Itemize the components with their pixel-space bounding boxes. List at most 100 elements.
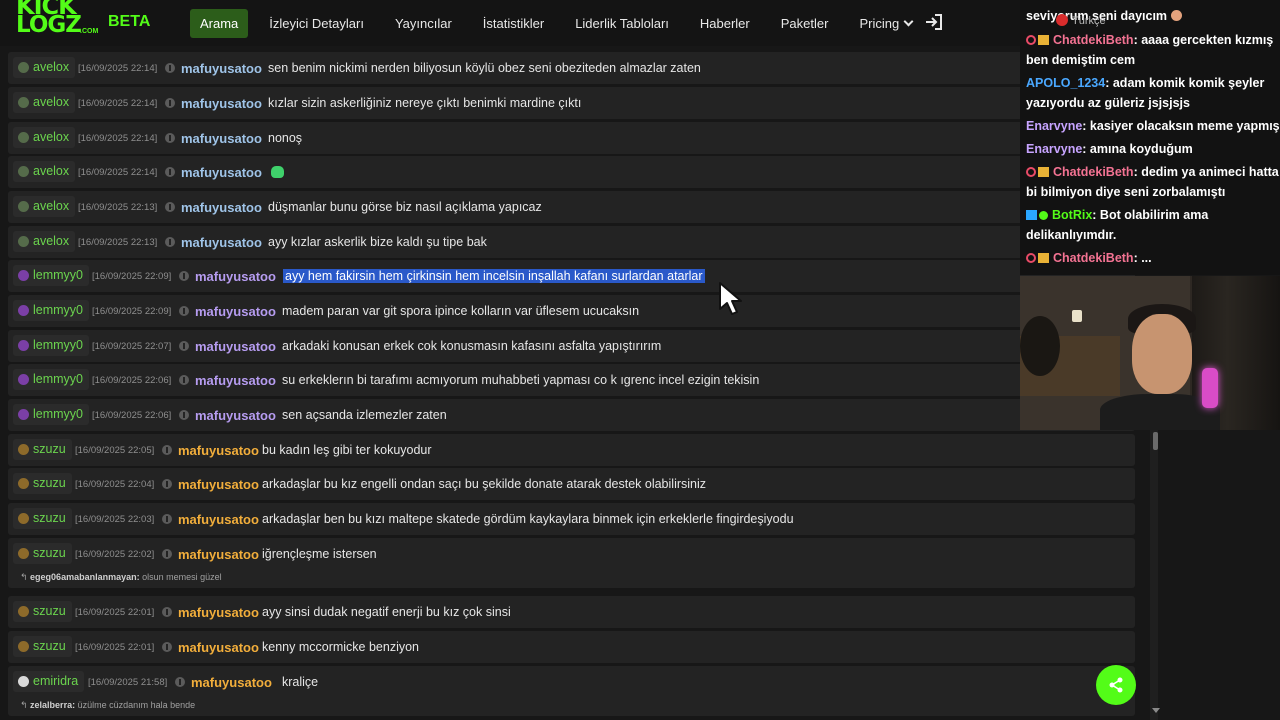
channel-badge[interactable]: szuzu	[13, 439, 72, 460]
reply-context: ↰ egeg06amabanlanmayan: olsun memesi güz…	[20, 572, 222, 582]
chat-username[interactable]: Enarvyne	[1026, 142, 1082, 156]
message-username[interactable]: mafuyusatoo	[191, 675, 272, 690]
turkey-flag-icon	[1056, 14, 1068, 26]
channel-badge[interactable]: lemmyy0	[13, 300, 90, 321]
message-username[interactable]: mafuyusatoo	[181, 61, 262, 76]
info-icon[interactable]	[162, 445, 172, 455]
channel-badge[interactable]: lemmyy0	[13, 335, 90, 356]
chat-username[interactable]: ChatdekiBeth	[1053, 33, 1134, 47]
info-icon[interactable]	[165, 167, 175, 177]
channel-badge[interactable]: avelox	[13, 231, 76, 252]
info-icon[interactable]	[162, 479, 172, 489]
channel-badge[interactable]: avelox	[13, 127, 76, 148]
info-icon[interactable]	[165, 202, 175, 212]
message-text: kraliçe	[282, 675, 319, 689]
message-list[interactable]: avelox [16/09/2025 22:14] mafuyusatoo sen b…	[8, 50, 1135, 720]
message-username[interactable]: mafuyusatoo	[181, 165, 262, 180]
message-row: szuzu [16/09/2025 22:03] mafuyusatoo arkada…	[8, 503, 1135, 535]
site-logo[interactable]: KICK LOGZ .COM	[14, 0, 98, 40]
channel-name: lemmyy0	[33, 268, 84, 282]
nav-pricing[interactable]: Pricing	[849, 9, 922, 38]
info-icon[interactable]	[162, 607, 172, 617]
nav-paketler[interactable]: Paketler	[771, 9, 839, 38]
message-username[interactable]: mafuyusatoo	[178, 640, 259, 655]
channel-badge[interactable]: szuzu	[13, 636, 72, 657]
channel-badge[interactable]: lemmyy0	[13, 265, 90, 286]
channel-badge[interactable]: szuzu	[13, 473, 72, 494]
channel-avatar	[18, 606, 29, 617]
info-icon[interactable]	[165, 133, 175, 143]
sign-in-icon[interactable]	[924, 13, 944, 31]
mouse-cursor-icon	[719, 282, 742, 315]
message-username[interactable]: mafuyusatoo	[181, 131, 262, 146]
main-nav: Arama İzleyici Detayları Yayıncılar İsta…	[190, 8, 933, 38]
channel-badge[interactable]: avelox	[13, 196, 76, 217]
message-username[interactable]: mafuyusatoo	[195, 304, 276, 319]
message-text: sen benim nickimi nerden biliyosun köylü…	[268, 61, 701, 75]
chat-username[interactable]: ChatdekiBeth	[1053, 251, 1134, 265]
chat-username[interactable]: APOLO_1234	[1026, 76, 1105, 90]
nav-liderlik-tablolari[interactable]: Liderlik Tabloları	[565, 9, 679, 38]
message-timestamp: [16/09/2025 22:04]	[75, 479, 155, 490]
chat-text: : kasiyer olacaksın meme yapmış	[1082, 119, 1280, 133]
message-username[interactable]: mafuyusatoo	[181, 96, 262, 111]
message-timestamp: [16/09/2025 22:14]	[78, 63, 158, 74]
message-row: szuzu [16/09/2025 22:04] mafuyusatoo arkada…	[8, 468, 1135, 500]
channel-badge[interactable]: lemmyy0	[13, 404, 90, 425]
message-username[interactable]: mafuyusatoo	[195, 373, 276, 388]
channel-badge[interactable]: szuzu	[13, 543, 72, 564]
message-username[interactable]: mafuyusatoo	[178, 477, 259, 492]
nav-istatistikler[interactable]: İstatistikler	[473, 9, 554, 38]
nav-haberler[interactable]: Haberler	[690, 9, 760, 38]
scroll-down-arrow-icon[interactable]	[1152, 708, 1160, 713]
channel-badge[interactable]: emiridra	[13, 671, 85, 692]
message-username[interactable]: mafuyusatoo	[181, 200, 262, 215]
info-icon[interactable]	[179, 341, 189, 351]
face-emoji-icon	[1170, 10, 1182, 21]
message-username[interactable]: mafuyusatoo	[181, 235, 262, 250]
info-icon[interactable]	[162, 549, 172, 559]
info-icon[interactable]	[179, 271, 189, 281]
message-username[interactable]: mafuyusatoo	[195, 269, 276, 284]
message-text: bu kadın leş gibi ter kokuyodur	[262, 443, 432, 457]
channel-badge[interactable]: avelox	[13, 57, 76, 78]
nav-arama[interactable]: Arama	[190, 8, 249, 38]
channel-avatar	[18, 548, 29, 559]
info-icon[interactable]	[179, 306, 189, 316]
channel-avatar	[18, 62, 29, 73]
nav-yayincilar[interactable]: Yayıncılar	[385, 9, 462, 38]
message-username[interactable]: mafuyusatoo	[178, 443, 259, 458]
channel-badge[interactable]: lemmyy0	[13, 369, 90, 390]
channel-badge[interactable]: avelox	[13, 161, 76, 182]
chat-username[interactable]: ChatdekiBeth	[1053, 165, 1134, 179]
message-row: avelox [16/09/2025 22:14] mafuyusatoo	[8, 156, 1135, 188]
bot-icon	[1026, 210, 1037, 220]
info-icon[interactable]	[175, 677, 185, 687]
info-icon[interactable]	[179, 375, 189, 385]
chat-text: : ...	[1133, 251, 1152, 265]
scrollbar-thumb[interactable]	[1153, 432, 1158, 450]
message-username[interactable]: mafuyusatoo	[195, 339, 276, 354]
channel-badge[interactable]: szuzu	[13, 508, 72, 529]
chat-username[interactable]: Enarvyne	[1026, 119, 1082, 133]
message-username[interactable]: mafuyusatoo	[178, 512, 259, 527]
info-icon[interactable]	[165, 98, 175, 108]
message-username[interactable]: mafuyusatoo	[178, 605, 259, 620]
info-icon[interactable]	[165, 63, 175, 73]
chat-username[interactable]: BotRix	[1052, 208, 1092, 222]
share-button[interactable]	[1096, 665, 1136, 705]
message-row: avelox [16/09/2025 22:14] mafuyusatoo nonoş	[8, 122, 1135, 154]
scrollbar[interactable]	[1150, 430, 1158, 720]
channel-badge[interactable]: szuzu	[13, 601, 72, 622]
info-icon[interactable]	[162, 514, 172, 524]
channel-badge[interactable]: avelox	[13, 92, 76, 113]
language-selector[interactable]: Türkçe	[1056, 14, 1106, 27]
message-username[interactable]: mafuyusatoo	[195, 408, 276, 423]
info-icon[interactable]	[179, 410, 189, 420]
message-username[interactable]: mafuyusatoo	[178, 547, 259, 562]
channel-avatar	[18, 166, 29, 177]
info-icon[interactable]	[162, 642, 172, 652]
chat-message: ChatdekiBeth: dedim ya animeci hatta bi …	[1026, 162, 1280, 202]
info-icon[interactable]	[165, 237, 175, 247]
nav-izleyici-detaylari[interactable]: İzleyici Detayları	[259, 9, 374, 38]
